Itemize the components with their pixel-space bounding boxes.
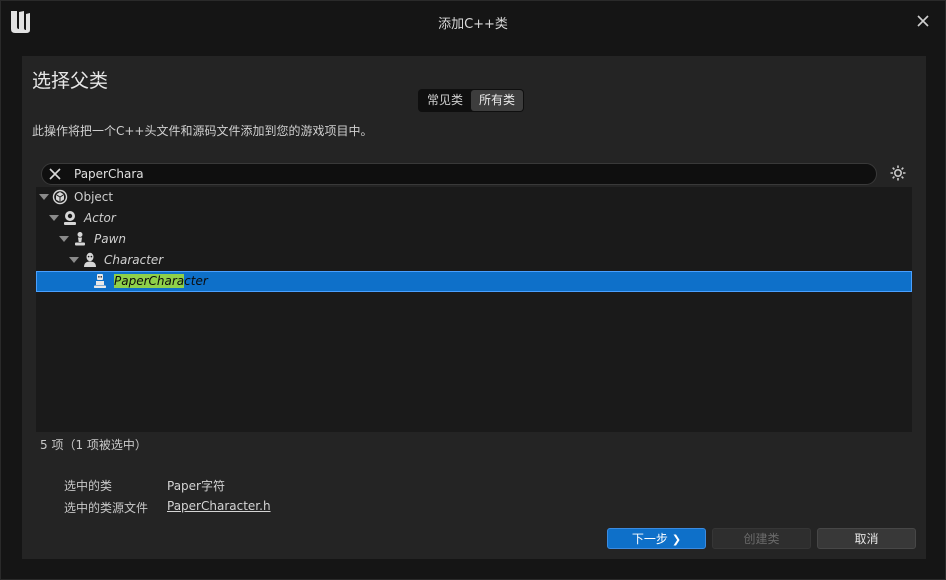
item-count: 5 项（1 项被选中）: [40, 438, 147, 452]
next-button[interactable]: 下一步 ❯: [607, 528, 706, 549]
actor-icon: [64, 211, 76, 225]
common-classes-tab[interactable]: 常见类: [419, 90, 471, 111]
selected-source-label: 选中的类源文件: [64, 501, 149, 515]
tree-item-label: Character: [104, 253, 164, 267]
tree-item-label: Pawn: [94, 232, 127, 246]
main-panel: 选择父类 常见类 所有类 此操作将把一个C++头文件和源码文件添加到您的游戏项目…: [22, 56, 926, 559]
tree-item-label: PaperCharacter: [114, 274, 208, 288]
title-bar[interactable]: 添加C++类: [1, 1, 945, 41]
expand-arrow-icon[interactable]: [39, 194, 49, 200]
gear-icon[interactable]: [889, 164, 907, 182]
search-box: [41, 163, 877, 185]
expand-arrow-icon[interactable]: [59, 236, 69, 242]
next-button-label: 下一步: [631, 532, 668, 546]
tree-item-pawn[interactable]: Pawn: [36, 229, 912, 250]
tree-item-label: Actor: [84, 211, 116, 225]
cancel-button[interactable]: 取消: [817, 528, 916, 549]
character-icon: [84, 252, 96, 267]
tree-item-character[interactable]: Character: [36, 250, 912, 271]
tree-item-object[interactable]: Object: [36, 187, 912, 208]
clear-search-icon[interactable]: [48, 167, 62, 181]
tree-item-paper-character[interactable]: PaperCharacter: [36, 271, 912, 292]
label-remainder: cter: [184, 274, 208, 288]
pawn-icon: [75, 232, 85, 246]
expand-arrow-icon[interactable]: [69, 257, 79, 263]
class-tree: Object Actor Pawn Character PaperCharact…: [36, 187, 912, 432]
search-match-highlight: PaperChara: [114, 274, 185, 288]
close-icon[interactable]: [913, 11, 933, 31]
tree-item-label: Object: [74, 190, 114, 204]
expand-arrow-icon[interactable]: [49, 215, 59, 221]
tree-item-actor[interactable]: Actor: [36, 208, 912, 229]
page-title: 选择父类: [32, 70, 109, 92]
object-icon: [52, 189, 68, 205]
all-classes-tab[interactable]: 所有类: [471, 90, 524, 111]
class-mode-toggle: 常见类 所有类: [418, 89, 525, 112]
selected-class-value: Paper字符: [167, 479, 225, 493]
window-title: 添加C++类: [438, 17, 508, 32]
add-cpp-class-dialog: 添加C++类 选择父类 常见类 所有类 此操作将把一个C++头文件和源码文件添加…: [0, 0, 946, 580]
create-class-button[interactable]: 创建类: [712, 528, 811, 549]
search-input[interactable]: [74, 165, 854, 183]
description-text: 此操作将把一个C++头文件和源码文件添加到您的游戏项目中。: [32, 124, 373, 138]
paper-character-icon: [94, 274, 106, 288]
chevron-right-icon: ❯: [671, 533, 682, 546]
selected-class-label: 选中的类: [64, 479, 113, 493]
selected-source-link[interactable]: PaperCharacter.h: [167, 499, 271, 513]
